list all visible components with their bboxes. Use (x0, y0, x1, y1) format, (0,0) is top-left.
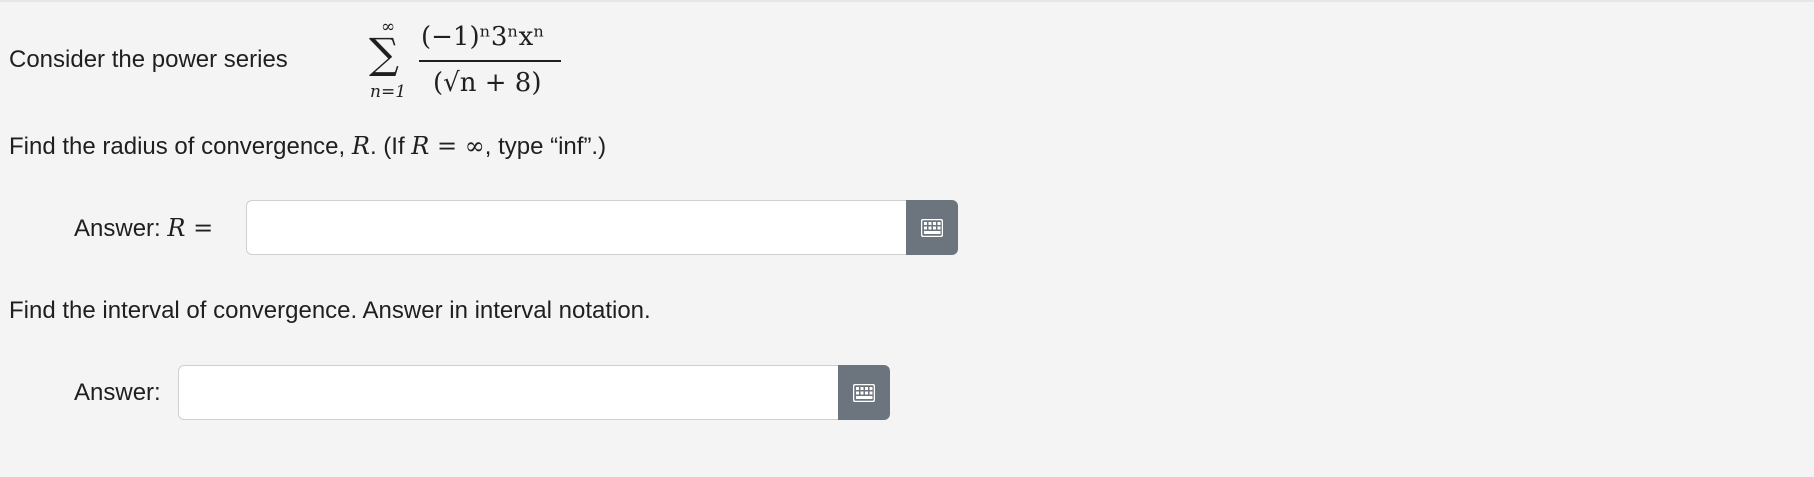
answer-interval-label: Answer: (74, 379, 161, 406)
interval-math-keyboard-button[interactable] (838, 365, 890, 420)
series-numerator: (−1)ⁿ3ⁿxⁿ (421, 22, 545, 52)
answer-radius-label-text: Answer: (74, 215, 168, 242)
answer-radius-label-math: R = (167, 214, 214, 242)
answer-radius-label: Answer: R = (74, 213, 213, 244)
sum-sigma: ∑ (369, 29, 399, 78)
math-keyboard-icon (921, 218, 943, 237)
power-series-formula: ∞ ∑ n=1 (−1)ⁿ3ⁿxⁿ (√n + 8) (367, 18, 567, 106)
series-denominator: (√n + 8) (433, 68, 542, 98)
radius-input-group (246, 200, 958, 255)
radius-question-mid: . (If (369, 133, 412, 160)
radius-question-suffix: , type “inf”.) (484, 133, 607, 160)
radius-question-prefix: Find the radius of convergence, (9, 133, 352, 160)
radius-answer-input[interactable] (246, 200, 906, 255)
radius-question-condition: R = ∞ (411, 132, 485, 160)
sum-lower-limit: n=1 (370, 82, 407, 102)
fraction-bar (419, 60, 561, 62)
radius-question: Find the radius of convergence, R. (If R… (9, 131, 606, 162)
interval-input-group (178, 365, 890, 420)
math-keyboard-icon (853, 383, 875, 402)
radius-math-keyboard-button[interactable] (906, 200, 958, 255)
interval-question: Find the interval of convergence. Answer… (9, 297, 651, 324)
consider-text: Consider the power series (9, 46, 288, 73)
radius-question-var: R (351, 132, 370, 160)
interval-answer-input[interactable] (178, 365, 838, 420)
top-divider (0, 0, 1814, 2)
